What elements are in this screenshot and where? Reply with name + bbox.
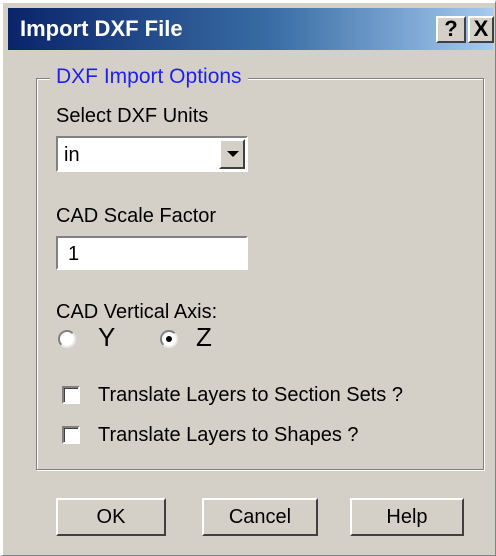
units-dropdown-value: in xyxy=(64,144,80,166)
close-icon: X xyxy=(473,16,489,41)
help-button[interactable]: Help xyxy=(350,498,464,536)
title-bar[interactable]: Import DXF File ? X xyxy=(8,8,494,50)
radio-axis-z[interactable] xyxy=(160,330,178,348)
window-title: Import DXF File xyxy=(20,16,183,41)
group-legend: DXF Import Options xyxy=(50,64,248,90)
scale-factor-label: CAD Scale Factor xyxy=(56,205,217,227)
scale-factor-input[interactable]: 1 xyxy=(56,236,248,270)
radio-axis-y[interactable] xyxy=(58,330,76,348)
ok-button[interactable]: OK xyxy=(56,498,166,536)
units-dropdown[interactable]: in xyxy=(56,136,248,172)
question-icon: ? xyxy=(444,16,458,41)
vertical-axis-label: CAD Vertical Axis: xyxy=(56,301,218,323)
chevron-down-icon[interactable] xyxy=(219,139,245,169)
section-sets-label: Translate Layers to Section Sets ? xyxy=(98,384,403,406)
shapes-checkbox[interactable] xyxy=(62,426,80,444)
radio-axis-y-label: Y xyxy=(98,322,116,352)
units-label: Select DXF Units xyxy=(56,105,209,127)
help-title-button[interactable]: ? xyxy=(436,16,466,43)
scale-factor-value: 1 xyxy=(68,243,80,265)
radio-axis-z-label: Z xyxy=(196,322,212,352)
cancel-button[interactable]: Cancel xyxy=(202,498,318,536)
shapes-label: Translate Layers to Shapes ? xyxy=(98,424,359,446)
section-sets-checkbox[interactable] xyxy=(62,386,80,404)
close-button[interactable]: X xyxy=(468,16,494,43)
